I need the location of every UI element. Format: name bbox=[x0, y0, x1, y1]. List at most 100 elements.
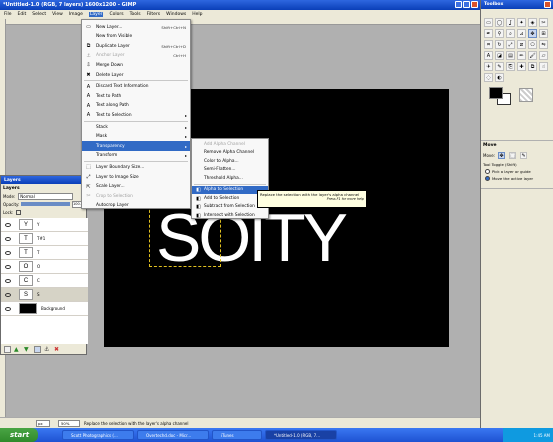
layers-titlebar[interactable]: Layers bbox=[1, 176, 86, 184]
maximize-button[interactable] bbox=[463, 1, 470, 8]
layer-name[interactable]: C bbox=[37, 278, 40, 283]
pattern-swatch[interactable] bbox=[519, 88, 533, 102]
layer-name[interactable]: O bbox=[37, 264, 40, 269]
visibility-eye-icon[interactable] bbox=[5, 222, 11, 227]
heal-tool-icon[interactable]: ✚ bbox=[517, 62, 526, 71]
crop-tool-icon[interactable]: ⌗ bbox=[484, 40, 493, 49]
minimize-button[interactable] bbox=[455, 1, 462, 8]
layer-menu-item-text-along-path[interactable]: A Text along Path bbox=[82, 101, 190, 111]
menu-edit[interactable]: Edit bbox=[18, 12, 27, 17]
layer-menu-item-autocrop-layer[interactable]: Autocrop Layer bbox=[82, 201, 190, 211]
layer-menu-item-new-from-visible[interactable]: New from Visible bbox=[82, 32, 190, 42]
dodge-tool-icon[interactable]: ◐ bbox=[495, 73, 504, 82]
visibility-eye-icon[interactable] bbox=[5, 250, 11, 255]
lower-layer-icon[interactable]: ▼ bbox=[24, 346, 31, 353]
layer-menu-item-crop-to-selection[interactable]: ✂ Crop to Selection bbox=[82, 191, 190, 201]
shear-tool-icon[interactable]: ⧄ bbox=[517, 40, 526, 49]
eraser-tool-icon[interactable]: ▱ bbox=[539, 51, 548, 60]
flip-tool-icon[interactable]: ⇋ bbox=[539, 40, 548, 49]
layer-name[interactable]: Background bbox=[41, 306, 65, 311]
menu-filters[interactable]: Filters bbox=[147, 12, 161, 17]
layer-menu-item-delete-layer[interactable]: ✖ Delete Layer bbox=[82, 70, 190, 80]
taskbar-button[interactable]: iTunes bbox=[212, 430, 262, 440]
transparency-item-add-alpha-channel[interactable]: Add Alpha Channel bbox=[192, 140, 268, 149]
layer-row[interactable]: OO bbox=[1, 260, 88, 274]
layer-menu-item-transparency[interactable]: Transparency ▸ bbox=[82, 141, 190, 152]
perspective-clone-tool-icon[interactable]: ⧉ bbox=[528, 62, 537, 71]
move-option-pick-a-layer-or-guide[interactable]: Pick a layer or guide bbox=[481, 168, 553, 175]
transparency-item-semi-flatten[interactable]: Semi-Flatten... bbox=[192, 166, 268, 175]
ellipse-select-tool-icon[interactable]: ◯ bbox=[495, 18, 504, 27]
menu-select[interactable]: Select bbox=[32, 12, 46, 17]
text-tool-icon[interactable]: A bbox=[484, 51, 493, 60]
raise-layer-icon[interactable]: ▲ bbox=[14, 346, 21, 353]
zoom-tool-icon[interactable]: ⌕ bbox=[506, 29, 515, 38]
layer-menu-item-scale-layer[interactable]: ⇱ Scale Layer... bbox=[82, 182, 190, 192]
visibility-eye-icon[interactable] bbox=[5, 292, 11, 297]
layer-row[interactable]: TT bbox=[1, 246, 88, 260]
align-tool-icon[interactable]: ⊞ bbox=[539, 29, 548, 38]
anchor-layer-icon[interactable]: ⚓ bbox=[44, 346, 51, 353]
toolbox-close-button[interactable] bbox=[544, 1, 551, 8]
color-select-tool-icon[interactable]: ◈ bbox=[528, 18, 537, 27]
layer-name[interactable]: S bbox=[37, 292, 40, 297]
transparency-item-threshold-alpha[interactable]: Threshold Alpha... bbox=[192, 174, 268, 183]
airbrush-tool-icon[interactable]: ✈ bbox=[484, 62, 493, 71]
layer-menu-item-transform[interactable]: Transform ▸ bbox=[82, 151, 190, 161]
layer-name[interactable]: T bbox=[37, 250, 39, 255]
visibility-eye-icon[interactable] bbox=[5, 278, 11, 283]
scale-tool-icon[interactable]: ⤢ bbox=[506, 40, 515, 49]
measure-tool-icon[interactable]: ⊿ bbox=[517, 29, 526, 38]
visibility-eye-icon[interactable] bbox=[5, 264, 11, 269]
scissors-tool-icon[interactable]: ✂ bbox=[539, 18, 548, 27]
layer-name[interactable]: Y bbox=[37, 222, 39, 227]
layer-menu-item-layer-boundary-size[interactable]: ⬚ Layer Boundary Size... bbox=[82, 162, 190, 172]
toolbox-titlebar[interactable]: Toolbox bbox=[481, 0, 553, 9]
move-tool-icon[interactable]: ✥ bbox=[528, 29, 537, 38]
rect-select-tool-icon[interactable]: ▭ bbox=[484, 18, 493, 27]
layer-row[interactable]: SS bbox=[1, 288, 88, 302]
taskbar-button[interactable]: *Untitled-1.0 (RGB, 7... bbox=[265, 430, 337, 440]
menu-layer[interactable]: Layer bbox=[88, 12, 104, 17]
foreground-color-swatch[interactable] bbox=[489, 87, 503, 99]
layer-row[interactable]: T T#1 bbox=[1, 232, 88, 246]
transparency-item-intersect-with-selection[interactable]: ◧ Intersect with Selection bbox=[192, 211, 268, 220]
menu-view[interactable]: View bbox=[52, 12, 63, 17]
layer-menu-item-new-layer[interactable]: ▭ New Layer... Shift+Ctrl+N bbox=[82, 22, 190, 32]
layer-menu-item-stack[interactable]: Stack ▸ bbox=[82, 122, 190, 132]
start-button[interactable]: start bbox=[0, 428, 38, 442]
pencil-tool-icon[interactable]: ✏ bbox=[517, 51, 526, 60]
radio-button[interactable] bbox=[485, 169, 490, 174]
free-select-tool-icon[interactable]: ʆ bbox=[506, 18, 515, 27]
layers-tab[interactable]: Layers bbox=[1, 184, 86, 192]
new-layer-icon[interactable] bbox=[4, 345, 11, 353]
smudge-tool-icon[interactable]: ☝ bbox=[539, 62, 548, 71]
radio-button[interactable] bbox=[485, 176, 490, 181]
layer-menu-item-merge-down[interactable]: ⇩ Merge Down bbox=[82, 60, 190, 70]
transparency-item-color-to-alpha[interactable]: Color to Alpha... bbox=[192, 157, 268, 166]
menu-image[interactable]: Image bbox=[69, 12, 83, 17]
bucket-fill-tool-icon[interactable]: ◪ bbox=[495, 51, 504, 60]
menu-windows[interactable]: Windows bbox=[166, 12, 186, 17]
zoom-select[interactable]: 50% bbox=[58, 419, 80, 427]
perspective-tool-icon[interactable]: ⬠ bbox=[528, 40, 537, 49]
rotate-tool-icon[interactable]: ↻ bbox=[495, 40, 504, 49]
layer-row[interactable]: CC bbox=[1, 274, 88, 288]
paths-tool-icon[interactable]: ✒ bbox=[484, 29, 493, 38]
layer-name[interactable]: T#1 bbox=[37, 236, 45, 241]
opacity-slider[interactable] bbox=[21, 202, 70, 206]
layer-row[interactable]: YY bbox=[1, 218, 88, 232]
visibility-eye-icon[interactable] bbox=[5, 306, 11, 311]
duplicate-layer-icon[interactable] bbox=[34, 345, 41, 353]
transparency-item-remove-alpha-channel[interactable]: Remove Alpha Channel bbox=[192, 149, 268, 158]
taskbar-button[interactable]: Overtechd.doc - Micr... bbox=[137, 430, 209, 440]
layer-menu-item-duplicate-layer[interactable]: ⧉ Duplicate Layer Shift+Ctrl+D bbox=[82, 41, 190, 51]
layer-menu-item-text-to-selection[interactable]: A Text to Selection ▸ bbox=[82, 110, 190, 120]
ink-tool-icon[interactable]: ✎ bbox=[495, 62, 504, 71]
move-layer-mode-icon[interactable]: ✥ bbox=[498, 152, 506, 159]
blend-tool-icon[interactable]: ▤ bbox=[506, 51, 515, 60]
color-picker-tool-icon[interactable]: ⚲ bbox=[495, 29, 504, 38]
delete-layer-icon[interactable]: ✖ bbox=[54, 346, 61, 353]
blur-tool-icon[interactable]: ◌ bbox=[484, 73, 493, 82]
paintbrush-tool-icon[interactable]: 🖌 bbox=[528, 51, 537, 60]
